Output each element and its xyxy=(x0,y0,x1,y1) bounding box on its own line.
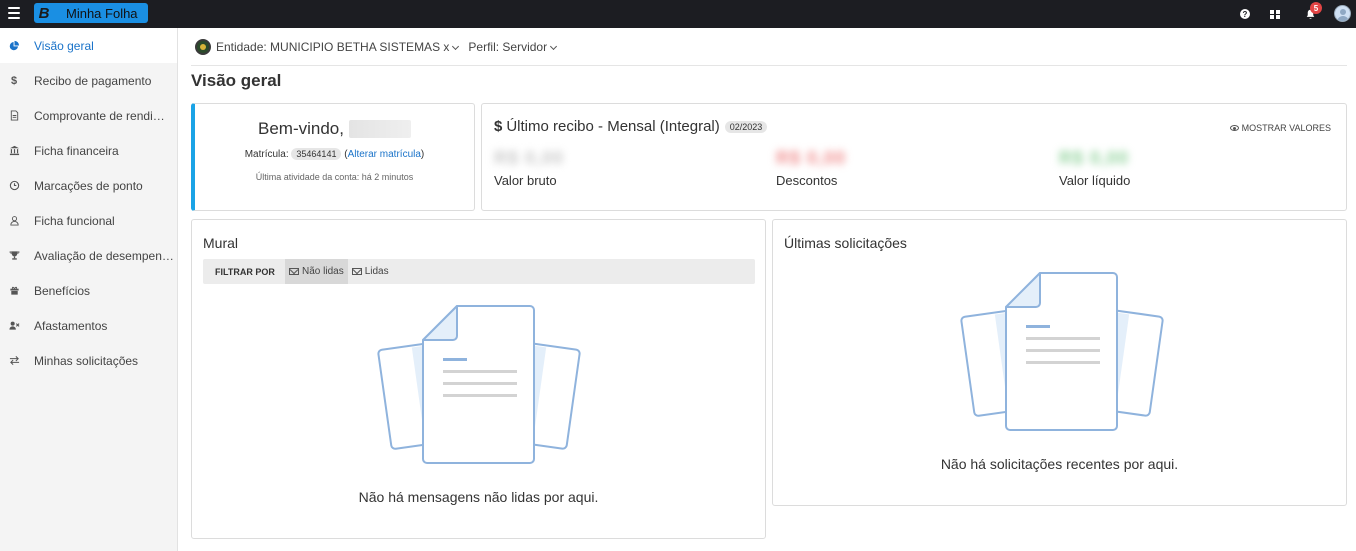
welcome-card: Bem-vindo, Matrícula: 35464141 (Alterar … xyxy=(191,103,475,211)
valor-bruto-label: Valor bruto xyxy=(494,173,557,188)
valor-liquido-label: Valor líquido xyxy=(1059,173,1131,188)
app-brand[interactable]: B Minha Folha xyxy=(34,3,148,23)
sidebar-item-label: Afastamentos xyxy=(34,318,108,333)
app-name: Minha Folha xyxy=(66,5,138,21)
envelope-open-icon xyxy=(351,268,362,275)
sidebar-item-label: Visão geral xyxy=(34,38,94,53)
user-name-redacted xyxy=(348,120,411,138)
matricula-row: Matrícula: 35464141 (Alterar matrícula) xyxy=(244,148,425,160)
sidebar-item-ficha-financeira[interactable]: Ficha financeira xyxy=(0,133,177,168)
sidebar-item-label: Ficha financeira xyxy=(34,143,119,158)
sidebar-item-label: Marcações de ponto xyxy=(34,178,143,193)
filter-label: FILTRAR POR xyxy=(215,266,275,277)
descontos-value: R$ 0,00 xyxy=(776,148,847,168)
document-icon xyxy=(8,110,20,122)
profile-selector[interactable]: Perfil: Servidor xyxy=(468,40,558,54)
entity-selector[interactable]: Entidade: MUNICIPIO BETHA SISTEMAS x xyxy=(216,40,460,54)
sidebar-item-afastamentos[interactable]: Afastamentos xyxy=(0,308,177,343)
betha-logo: B xyxy=(38,4,50,22)
sidebar-item-label: Benefícios xyxy=(34,283,91,298)
help-icon[interactable]: ? xyxy=(1238,0,1252,28)
entity-seal-icon xyxy=(195,39,211,55)
top-bar: B Minha Folha ? 5 xyxy=(0,0,1356,28)
empty-documents-illustration xyxy=(377,305,581,464)
apps-grid-icon[interactable] xyxy=(1268,0,1282,28)
gift-icon xyxy=(8,285,20,297)
sidebar-item-label: Recibo de pagamento xyxy=(34,73,152,88)
solicitacoes-empty-message: Não há solicitações recentes por aqui. xyxy=(940,456,1179,472)
mural-card: Mural FILTRAR POR Não lidas Lidas Não há… xyxy=(191,219,766,539)
recibo-title: $ Último recibo - Mensal (Integral) 02/2… xyxy=(494,118,768,135)
mural-filter-bar: FILTRAR POR Não lidas Lidas xyxy=(203,259,755,284)
user-avatar[interactable] xyxy=(1334,5,1351,22)
mural-title: Mural xyxy=(203,235,239,251)
clock-icon xyxy=(8,180,20,192)
bank-icon xyxy=(8,145,20,157)
valor-liquido-value: R$ 0,00 xyxy=(1059,148,1130,168)
period-badge: 02/2023 xyxy=(724,120,768,133)
context-bar: Entidade: MUNICIPIO BETHA SISTEMAS x Per… xyxy=(195,38,558,56)
empty-documents-illustration xyxy=(960,272,1164,431)
tab-lidas[interactable]: Lidas xyxy=(348,259,393,284)
sidebar-item-avaliacao[interactable]: Avaliação de desempenho xyxy=(0,238,177,273)
ultimas-solicitacoes-card: Últimas solicitações Não há solicitações… xyxy=(772,219,1347,506)
valor-liquido: R$ 0,00 Valor líquido xyxy=(1059,148,1130,188)
dollar-icon: $ xyxy=(10,74,18,87)
valor-bruto-value: R$ 0,00 xyxy=(494,148,565,168)
mural-empty-message: Não há mensagens não lidas por aqui. xyxy=(358,489,599,505)
notifications-badge: 5 xyxy=(1310,2,1322,14)
sidebar-item-recibo[interactable]: $ Recibo de pagamento xyxy=(0,63,177,98)
user-x-icon xyxy=(8,320,20,332)
divider xyxy=(191,65,1347,66)
valor-bruto: R$ 0,00 Valor bruto xyxy=(494,148,564,188)
descontos: R$ 0,00 Descontos xyxy=(776,148,846,188)
mostrar-valores-button[interactable]: MOSTRAR VALORES xyxy=(1229,123,1331,133)
sidebar-item-label: Comprovante de rendimentos xyxy=(34,108,174,123)
dollar-icon: $ xyxy=(494,118,503,135)
page-title: Visão geral xyxy=(191,71,282,90)
pie-chart-icon xyxy=(8,40,20,52)
sidebar-item-marcacoes[interactable]: Marcações de ponto xyxy=(0,168,177,203)
sidebar-item-label: Minhas solicitações xyxy=(34,353,139,368)
sidebar-item-label: Ficha funcional xyxy=(34,213,115,228)
descontos-label: Descontos xyxy=(776,173,838,188)
tab-nao-lidas[interactable]: Não lidas xyxy=(285,259,348,284)
user-icon xyxy=(8,215,20,227)
sidebar-item-comprovante[interactable]: Comprovante de rendimentos xyxy=(0,98,177,133)
sidebar-item-solicitacoes[interactable]: Minhas solicitações xyxy=(0,343,177,378)
last-activity: Última atividade da conta: há 2 minutos xyxy=(255,172,414,182)
trophy-icon xyxy=(8,250,20,262)
chevron-down-icon xyxy=(452,42,460,51)
matricula-badge: 35464141 xyxy=(291,148,342,160)
alterar-matricula-link[interactable]: Alterar matrícula xyxy=(348,149,421,160)
solicitacoes-title: Últimas solicitações xyxy=(784,235,907,251)
sidebar: Visão geral $ Recibo de pagamento Compro… xyxy=(0,28,178,551)
sidebar-item-beneficios[interactable]: Benefícios xyxy=(0,273,177,308)
ultimo-recibo-card: $ Último recibo - Mensal (Integral) 02/2… xyxy=(481,103,1347,211)
chevron-down-icon xyxy=(550,42,558,51)
eye-icon xyxy=(1229,125,1239,131)
sidebar-item-label: Avaliação de desempenho xyxy=(34,248,174,263)
sidebar-item-ficha-funcional[interactable]: Ficha funcional xyxy=(0,203,177,238)
envelope-icon xyxy=(289,268,299,275)
welcome-greeting: Bem-vindo, xyxy=(195,119,474,139)
exchange-icon xyxy=(8,355,20,367)
sidebar-item-visao-geral[interactable]: Visão geral xyxy=(0,28,177,63)
menu-icon[interactable] xyxy=(8,7,20,19)
